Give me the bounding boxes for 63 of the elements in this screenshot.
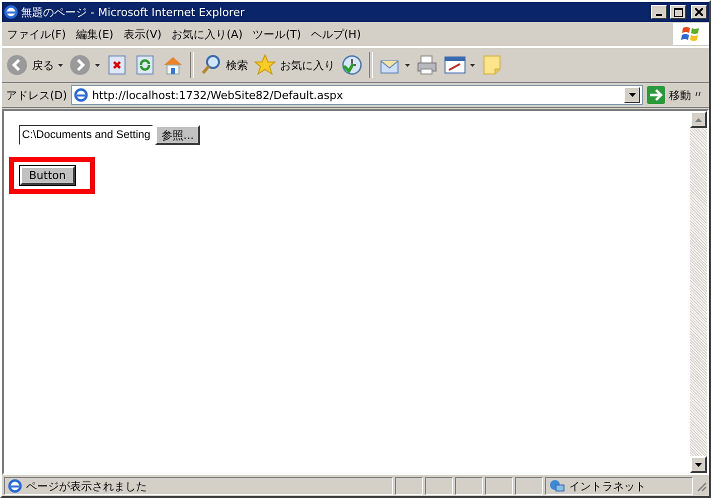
down-arrow-icon: [695, 462, 702, 466]
menu-item[interactable]: お気に入り(A): [166, 26, 248, 42]
forward-button[interactable]: [69, 54, 100, 76]
back-icon: [6, 54, 28, 76]
close-icon: [695, 8, 703, 16]
window-title: 無題のページ - Microsoft Internet Explorer: [21, 4, 246, 20]
back-button[interactable]: 戻る: [6, 54, 63, 76]
page-icon: [8, 479, 22, 493]
address-label: アドレス(D): [6, 88, 68, 102]
resize-grip-icon[interactable]: [695, 480, 707, 492]
menu-item[interactable]: ツール(T): [248, 26, 306, 42]
star-icon: [254, 54, 276, 76]
stop-icon: [106, 54, 128, 76]
forward-icon: [69, 54, 91, 76]
history-button[interactable]: [341, 54, 363, 76]
stop-button[interactable]: [106, 54, 128, 76]
up-arrow-icon: [695, 118, 702, 122]
status-pane: [455, 477, 483, 495]
caret-icon: [95, 64, 100, 66]
go-button[interactable]: 移動: [647, 86, 691, 104]
submit-button[interactable]: Button: [20, 166, 75, 185]
caret-icon: [58, 64, 63, 66]
network-icon: [549, 479, 565, 493]
history-icon: [341, 54, 363, 76]
home-button[interactable]: [162, 54, 184, 76]
close-button[interactable]: [691, 5, 707, 19]
ie-icon: [4, 5, 18, 19]
caret-icon: [470, 64, 475, 66]
menu-item[interactable]: ヘルプ(H): [306, 26, 366, 42]
status-pane: [485, 477, 513, 495]
favorites-button[interactable]: お気に入り: [254, 54, 335, 76]
status-pane: [515, 477, 543, 495]
browse-button[interactable]: 参照...: [155, 125, 200, 145]
home-icon: [162, 54, 184, 76]
maximize-button[interactable]: [670, 5, 686, 19]
caret-icon: [628, 93, 636, 97]
printer-icon: [416, 54, 438, 76]
dropdown-button[interactable]: [624, 87, 640, 103]
caret-icon: [405, 64, 410, 66]
address-field[interactable]: http://localhost:1732/WebSite82/Default.aspx: [71, 85, 643, 105]
menu-item[interactable]: 編集(E): [70, 26, 118, 42]
status-text: ページが表示されました: [26, 478, 147, 494]
search-icon: [200, 54, 222, 76]
scroll-up-button[interactable]: [690, 111, 707, 128]
search-button[interactable]: 検索: [200, 54, 248, 76]
maximize-icon: [674, 8, 682, 16]
zone-text: イントラネット: [569, 478, 646, 494]
page-icon: [74, 88, 88, 102]
status-pane: [395, 477, 423, 495]
file-path-field[interactable]: C:\Documents and Setting: [19, 125, 154, 145]
refresh-icon: [134, 54, 156, 76]
refresh-button[interactable]: [134, 54, 156, 76]
print-button[interactable]: [416, 54, 438, 76]
edit-button[interactable]: [444, 54, 475, 76]
minimize-button[interactable]: [651, 5, 667, 19]
windows-flag-icon: [681, 25, 701, 43]
menu-item[interactable]: 表示(V): [118, 26, 167, 42]
status-pane: [425, 477, 453, 495]
note-icon: [481, 54, 503, 76]
scroll-down-button[interactable]: [690, 456, 707, 473]
menu-item[interactable]: ファイル(F): [2, 26, 71, 42]
go-arrow-icon: [647, 86, 665, 104]
edit-icon: [444, 54, 466, 76]
